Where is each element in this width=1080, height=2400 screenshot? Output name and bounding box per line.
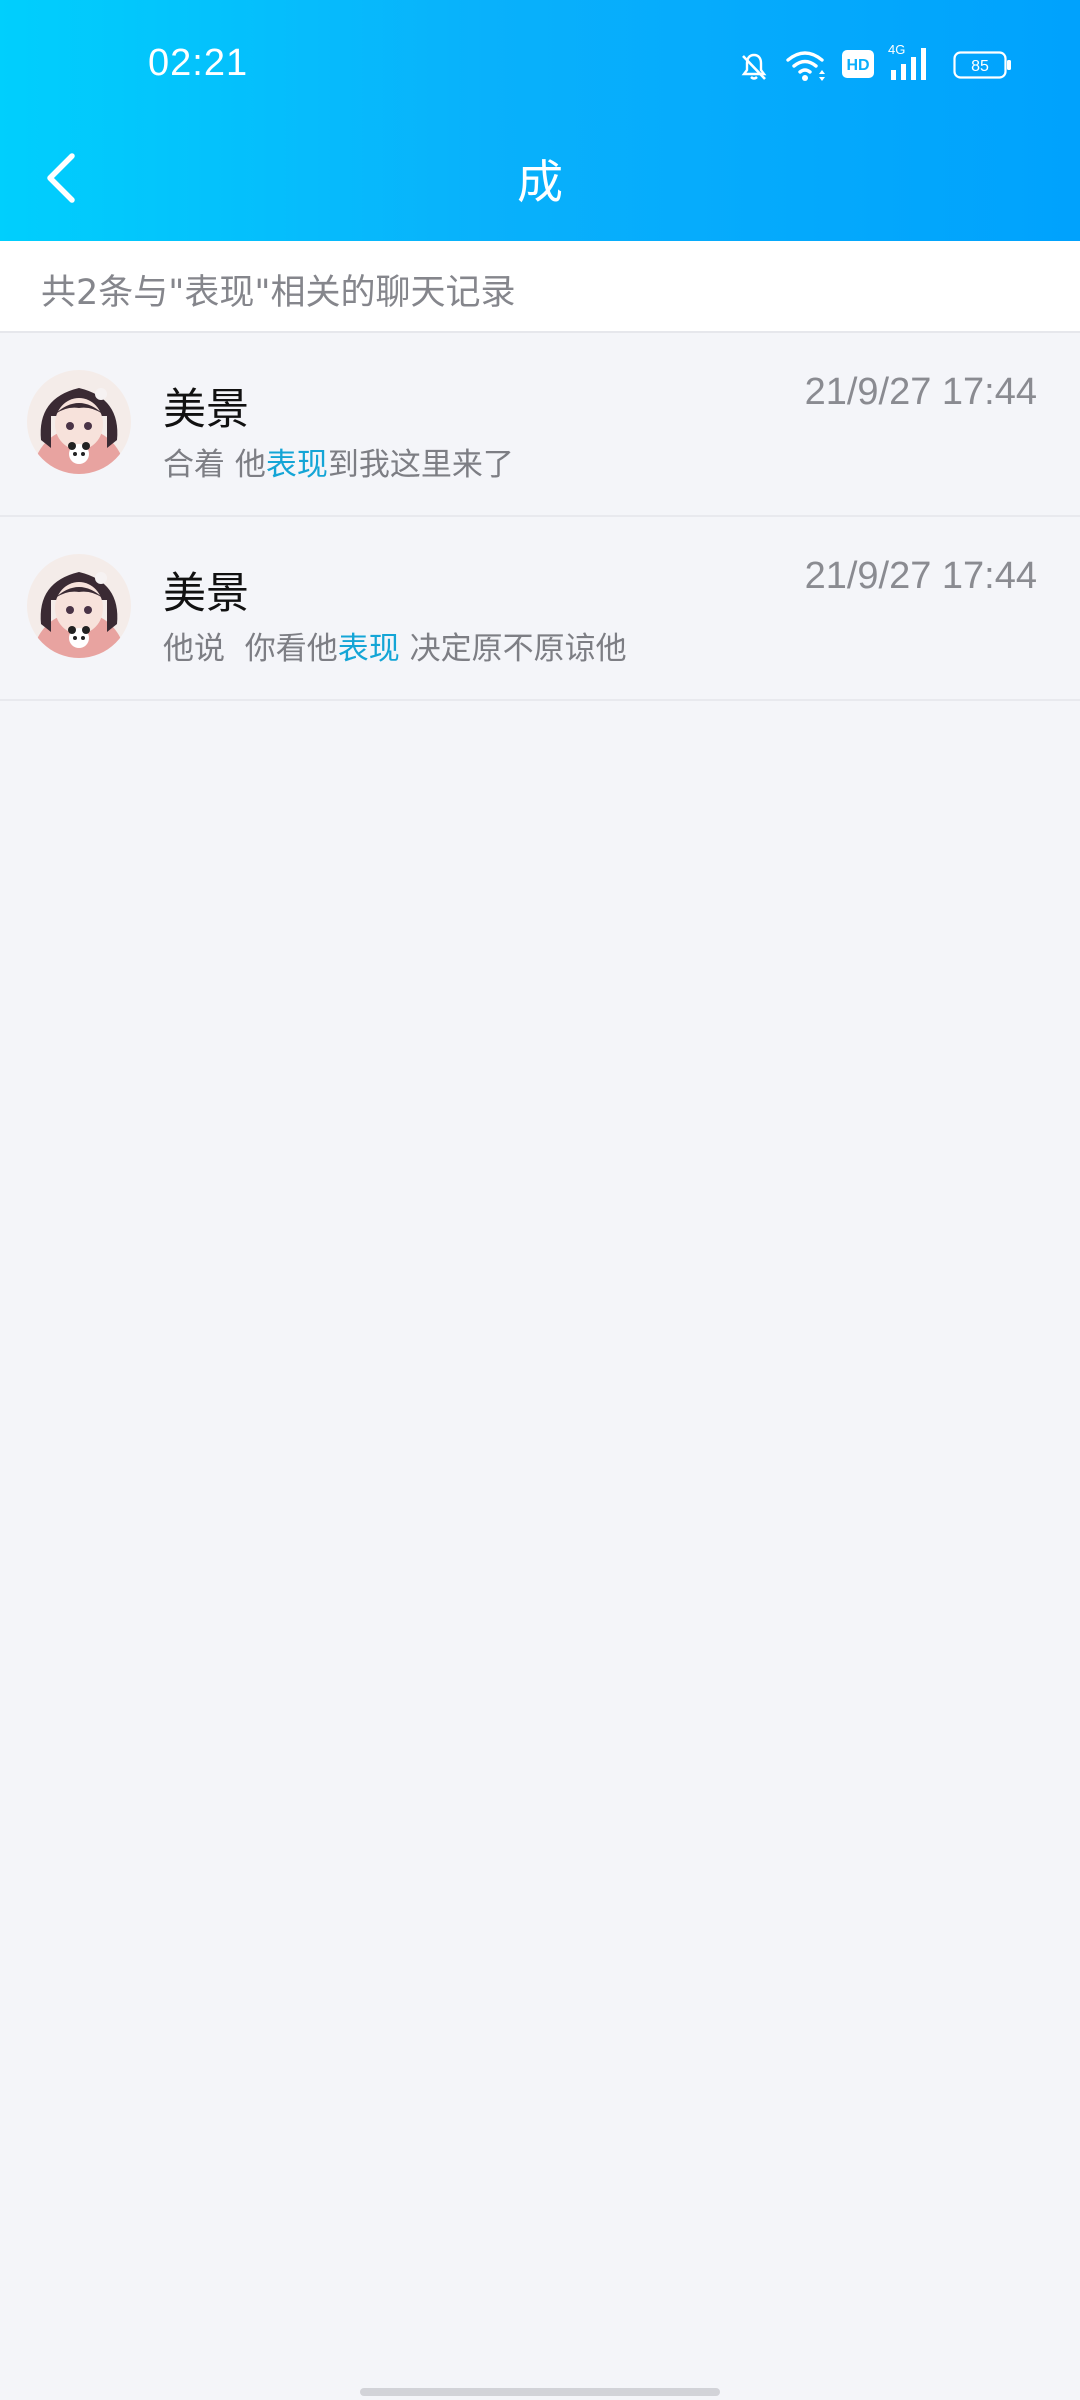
signal-4g-icon: 4G	[887, 40, 937, 88]
status-time: 02:21	[148, 42, 249, 84]
app-header: 02:21 HD 4G 85 成	[0, 0, 1080, 241]
message-timestamp: 21/9/27 17:44	[804, 555, 1037, 597]
chat-record-item[interactable]: 美景 21/9/27 17:44 合着 他表现到我这里来了	[0, 333, 1080, 517]
nav-bar: 成	[0, 130, 1080, 241]
hd-label: HD	[846, 57, 869, 74]
wifi-icon	[785, 48, 829, 88]
battery-level: 85	[971, 58, 989, 75]
summary-text: 共2条与"表现"相关的聊天记录	[41, 273, 516, 313]
message-text: 到我这里来了	[327, 447, 514, 483]
keyword-highlight: 表现	[337, 631, 400, 667]
contact-name: 美景	[163, 385, 249, 435]
network-label: 4G	[888, 42, 905, 57]
message-timestamp: 21/9/27 17:44	[804, 371, 1037, 413]
home-indicator[interactable]	[360, 2388, 720, 2396]
status-icons: HD 4G 85	[735, 42, 1015, 88]
keyword-highlight: 表现	[265, 447, 328, 483]
hd-icon: HD	[841, 49, 875, 83]
avatar[interactable]	[27, 554, 131, 658]
message-preview: 他说 你看他表现 决定原不原谅他	[163, 623, 627, 668]
contact-name: 美景	[163, 569, 249, 619]
bell-muted-icon	[739, 52, 769, 86]
message-text: 合着 他	[163, 447, 266, 483]
status-bar: 02:21 HD 4G 85	[0, 0, 1080, 130]
battery-icon: 85	[953, 50, 1013, 84]
avatar[interactable]	[27, 370, 131, 474]
search-summary: 共2条与"表现"相关的聊天记录	[0, 241, 1080, 333]
chat-record-list: 美景 21/9/27 17:44 合着 他表现到我这里来了 美景 21/9/27…	[0, 333, 1080, 701]
message-preview: 合着 他表现到我这里来了	[163, 439, 514, 484]
chat-record-item[interactable]: 美景 21/9/27 17:44 他说 你看他表现 决定原不原谅他	[0, 517, 1080, 701]
message-text: 决定原不原谅他	[399, 631, 627, 667]
message-text: 他说 你看他	[163, 631, 338, 667]
page-title: 成	[517, 155, 563, 209]
